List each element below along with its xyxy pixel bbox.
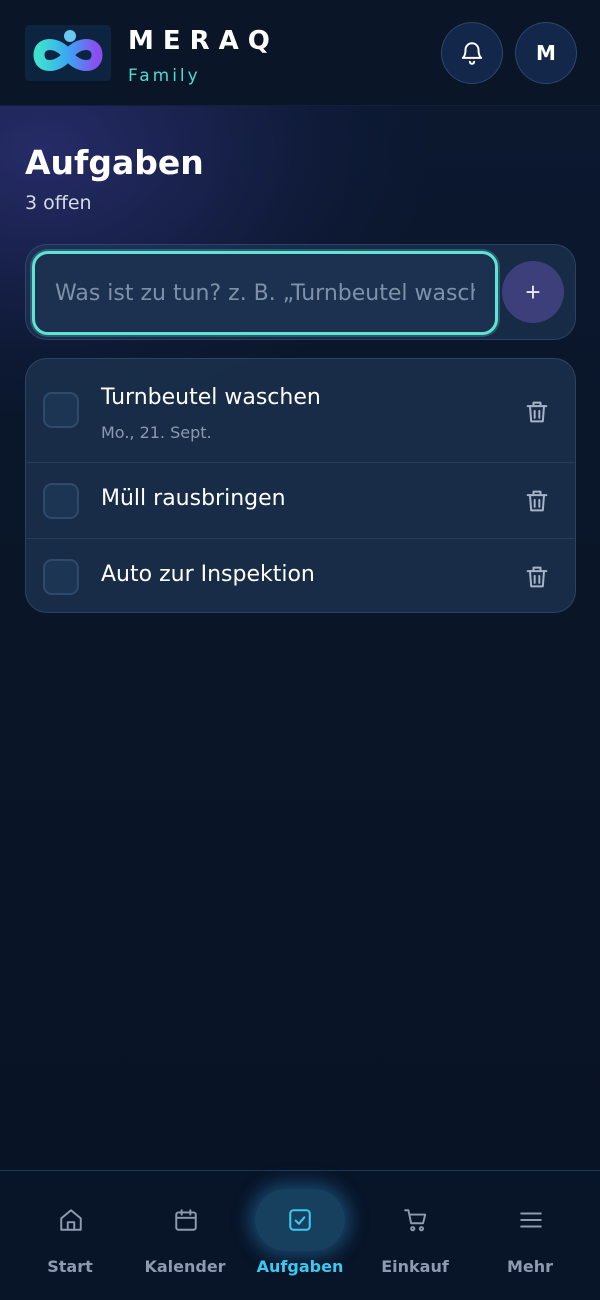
app-header: MERAQ Family M (0, 0, 600, 106)
notifications-button[interactable] (441, 22, 503, 84)
task-title: Müll rausbringen (101, 486, 286, 511)
nav-item-kalender[interactable]: Kalender (125, 1171, 245, 1300)
task-checkbox[interactable] (43, 559, 79, 595)
brand-subtitle: Family (128, 66, 201, 86)
trash-icon[interactable] (523, 487, 551, 515)
add-task-row: + (25, 244, 576, 340)
nav-label: Kalender (144, 1257, 226, 1276)
trash-icon[interactable] (523, 398, 551, 426)
task-title: Turnbeutel waschen (101, 385, 321, 410)
page-title: Aufgaben (25, 143, 204, 182)
task-item: Auto zur Inspektion (26, 538, 575, 612)
user-avatar[interactable]: M (515, 22, 577, 84)
task-list: Turnbeutel waschen Mo., 21. Sept. Müll r… (25, 358, 576, 613)
cart-icon (404, 1209, 427, 1232)
nav-item-einkauf[interactable]: Einkauf (355, 1171, 475, 1300)
nav-label: Start (47, 1257, 93, 1276)
nav-item-aufgaben[interactable]: Aufgaben (240, 1171, 360, 1300)
bell-icon (461, 42, 483, 65)
task-item: Turnbeutel waschen Mo., 21. Sept. (26, 359, 575, 462)
task-item: Müll rausbringen (26, 462, 575, 538)
bottom-navigation: Start Kalender Aufgaben Einkauf Mehr (0, 1170, 600, 1300)
task-title: Auto zur Inspektion (101, 562, 315, 587)
nav-label: Mehr (506, 1257, 554, 1276)
check-square-icon (289, 1209, 311, 1231)
infinity-logo-icon (25, 25, 111, 81)
new-task-input[interactable] (32, 251, 498, 335)
trash-icon[interactable] (523, 563, 551, 591)
brand-name: MERAQ (128, 26, 279, 56)
calendar-icon (175, 1209, 197, 1231)
home-icon (60, 1209, 82, 1231)
nav-label: Einkauf (381, 1257, 449, 1276)
open-count: 3 offen (25, 192, 92, 214)
task-due-date: Mo., 21. Sept. (101, 423, 212, 442)
nav-label: Aufgaben (256, 1257, 344, 1276)
task-checkbox[interactable] (43, 392, 79, 428)
nav-item-start[interactable]: Start (10, 1171, 130, 1300)
menu-icon (520, 1212, 542, 1228)
nav-item-mehr[interactable]: Mehr (470, 1171, 590, 1300)
app-root: MERAQ Family M Aufgaben 3 offen + Turnbe… (0, 0, 600, 1300)
task-checkbox[interactable] (43, 483, 79, 519)
add-task-button[interactable]: + (502, 261, 564, 323)
